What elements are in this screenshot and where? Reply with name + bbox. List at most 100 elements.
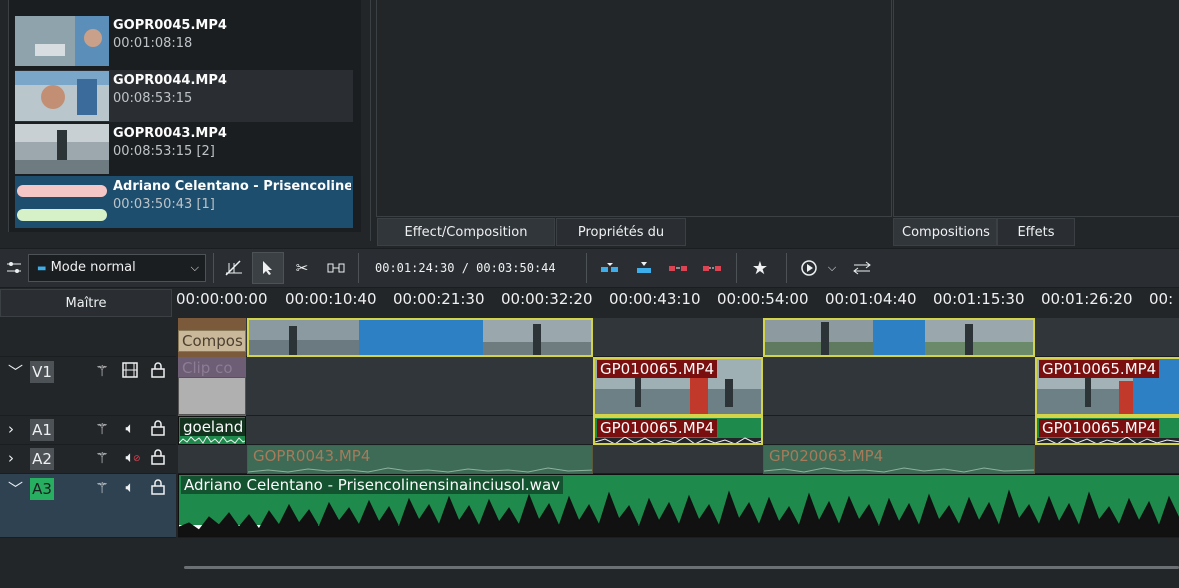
effect-wand-icon[interactable]: ⚚	[92, 420, 112, 438]
track-name[interactable]: V1	[30, 361, 54, 383]
track-lane-v1[interactable]: Clip co GP010065.MP4 GP010065.MP4	[178, 357, 1179, 416]
track-header-a1[interactable]: › A1 ⚚ 🔈︎	[0, 416, 176, 445]
tab-effect-composition-stack[interactable]: Effect/Composition Stack	[377, 218, 555, 268]
chevron-down-icon[interactable]: ﹀	[8, 478, 23, 499]
effect-stack-panel	[376, 0, 892, 217]
razor-snap-icon[interactable]	[220, 254, 248, 282]
speaker-icon[interactable]: 🔈︎	[120, 419, 140, 437]
select-tool-icon[interactable]	[252, 252, 284, 284]
video-clip[interactable]	[247, 318, 593, 357]
bin-list[interactable]: GOPR0045.MP4 00:01:08:18 GOPR0044.MP4 00…	[8, 0, 361, 232]
tab-clip-properties[interactable]: Propriétés du clip	[556, 218, 686, 268]
film-icon[interactable]	[120, 362, 140, 382]
audio-clip[interactable]: GP010065.MP4	[1035, 416, 1179, 445]
ruler-label: 00:01:26:20	[1041, 290, 1133, 308]
ruler-label: 00:00:54:00	[717, 290, 809, 308]
lock-icon[interactable]	[148, 479, 168, 499]
tab-effects[interactable]: Effets	[997, 218, 1075, 246]
lift-icon[interactable]	[664, 254, 692, 282]
tab-compositions[interactable]: Compositions	[893, 218, 997, 246]
track-header-empty	[0, 538, 176, 588]
audio-clip-muted[interactable]: GOPR0043.MP4	[247, 445, 593, 474]
ruler-label: 00:00:21:30	[393, 290, 485, 308]
effect-wand-icon[interactable]: ⚚	[92, 362, 112, 380]
timeline-ruler[interactable]: 00:00:00:00 00:00:10:40 00:00:21:30 00:0…	[176, 288, 1179, 318]
track-header-v1[interactable]: ﹀ V1 ⚚	[0, 357, 176, 416]
timecode-display: 00:01:24:30 / 00:03:50:44	[375, 261, 556, 275]
color-clip[interactable]: Clip co	[178, 357, 246, 416]
edit-mode-select[interactable]: ▬ Mode normal ⌵	[28, 254, 206, 282]
track-name[interactable]: A1	[30, 419, 54, 441]
audio-clip[interactable]: goeland	[178, 416, 246, 445]
bin-item-name: Adriano Celentano - Prisencolinensinainc…	[113, 179, 351, 194]
extract-icon[interactable]	[698, 254, 726, 282]
overwrite-icon[interactable]	[630, 254, 658, 282]
cut-tool-icon[interactable]: ✂	[288, 254, 316, 282]
composition-clip[interactable]: Compos	[178, 318, 246, 357]
lock-icon[interactable]	[148, 362, 168, 382]
mixer-icon[interactable]	[848, 254, 876, 282]
clip-label: Adriano Celentano - Prisencolinensinainc…	[181, 476, 564, 494]
master-track-header[interactable]: Maître	[0, 289, 172, 317]
clip-label: GP010065.MP4	[1039, 360, 1160, 378]
bin-item-duration: 00:08:53:15	[113, 91, 193, 106]
clip-label: GP010065.MP4	[597, 419, 718, 437]
bin-item-name: GOPR0044.MP4	[113, 73, 227, 88]
effect-wand-icon[interactable]: ⚚	[92, 479, 112, 497]
ruler-label: 00:	[1149, 290, 1174, 308]
ruler-label: 00:00:43:10	[609, 290, 701, 308]
lock-icon[interactable]	[148, 449, 168, 469]
chevron-right-icon[interactable]: ›	[8, 420, 14, 438]
track-lane-a1[interactable]: goeland GP010065.MP4 GP010065.MP4	[178, 416, 1179, 445]
bin-item-selected[interactable]: Adriano Celentano - Prisencolinensinainc…	[15, 176, 353, 228]
timeline-toolbar: ▬ Mode normal ⌵ ✂ 00:01:24:30 / 00:03:50…	[0, 248, 1179, 288]
lock-icon[interactable]	[148, 420, 168, 440]
audio-clip[interactable]: Adriano Celentano - Prisencolinensinainc…	[178, 474, 1179, 537]
chevron-right-icon[interactable]: ›	[8, 449, 14, 467]
track-name[interactable]: A2	[30, 448, 54, 470]
bin-item-name: GOPR0045.MP4	[113, 18, 227, 33]
record-icon[interactable]	[795, 254, 823, 282]
video-clip[interactable]: GP010065.MP4	[1035, 357, 1179, 416]
track-lane-v2[interactable]: Compos	[178, 318, 1179, 357]
clip-label: GP020063.MP4	[769, 447, 884, 465]
clip-label: Compos	[182, 332, 243, 350]
spacer-tool-icon[interactable]	[322, 254, 350, 282]
favorite-icon[interactable]: ★	[746, 254, 774, 282]
audio-clip-muted[interactable]: GP020063.MP4	[763, 445, 1035, 474]
chevron-down-icon[interactable]: ﹀	[8, 361, 23, 382]
ruler-label: 00:00:10:40	[285, 290, 377, 308]
ruler-label: 00:00:00:00	[176, 290, 268, 308]
video-clip[interactable]: GP010065.MP4	[593, 357, 763, 416]
bin-item[interactable]: GOPR0045.MP4 00:01:08:18	[15, 15, 353, 67]
clip-label: GP010065.MP4	[1039, 419, 1160, 437]
clip-thumbnail	[15, 124, 109, 174]
audio-clip[interactable]: GP010065.MP4	[593, 416, 763, 445]
track-lane-a3[interactable]: Adriano Celentano - Prisencolinensinainc…	[178, 474, 1179, 538]
effect-wand-icon[interactable]: ⚚	[92, 449, 112, 467]
chevron-down-icon[interactable]: ⌵	[822, 254, 842, 282]
bin-item[interactable]: GOPR0044.MP4 00:08:53:15	[15, 70, 353, 122]
clip-thumbnail	[15, 71, 109, 121]
clip-label: goeland	[180, 418, 245, 436]
track-header-a3[interactable]: ﹀ A3 ⚚ 🔈︎	[0, 474, 176, 538]
speaker-icon[interactable]: 🔈︎	[120, 478, 140, 496]
track-header-a2[interactable]: › A2 ⚚ 🔈︎ ⊘	[0, 445, 176, 474]
track-config-icon[interactable]	[0, 254, 28, 282]
audio-waveform-thumbnail	[15, 177, 109, 227]
ruler-label: 00:01:15:30	[933, 290, 1025, 308]
track-header-v2[interactable]	[0, 318, 176, 357]
clip-label: GP010065.MP4	[597, 360, 718, 378]
bin-item-name: GOPR0043.MP4	[113, 126, 227, 141]
insert-icon[interactable]	[596, 254, 624, 282]
bin-item[interactable]: GOPR0043.MP4 00:08:53:15 [2]	[15, 123, 353, 175]
track-lane-a2[interactable]: GOPR0043.MP4 GP020063.MP4	[178, 445, 1179, 474]
clip-thumbnail	[15, 16, 109, 66]
speaker-muted-icon[interactable]: 🔈︎ ⊘	[120, 448, 140, 466]
edit-mode-label: Mode normal	[50, 260, 136, 275]
video-clip[interactable]	[763, 318, 1035, 357]
timeline-empty-area	[178, 538, 1179, 588]
timeline-horizontal-scrollbar[interactable]	[184, 566, 1179, 569]
chevron-down-icon: ⌵	[190, 261, 199, 274]
track-name[interactable]: A3	[30, 478, 54, 500]
